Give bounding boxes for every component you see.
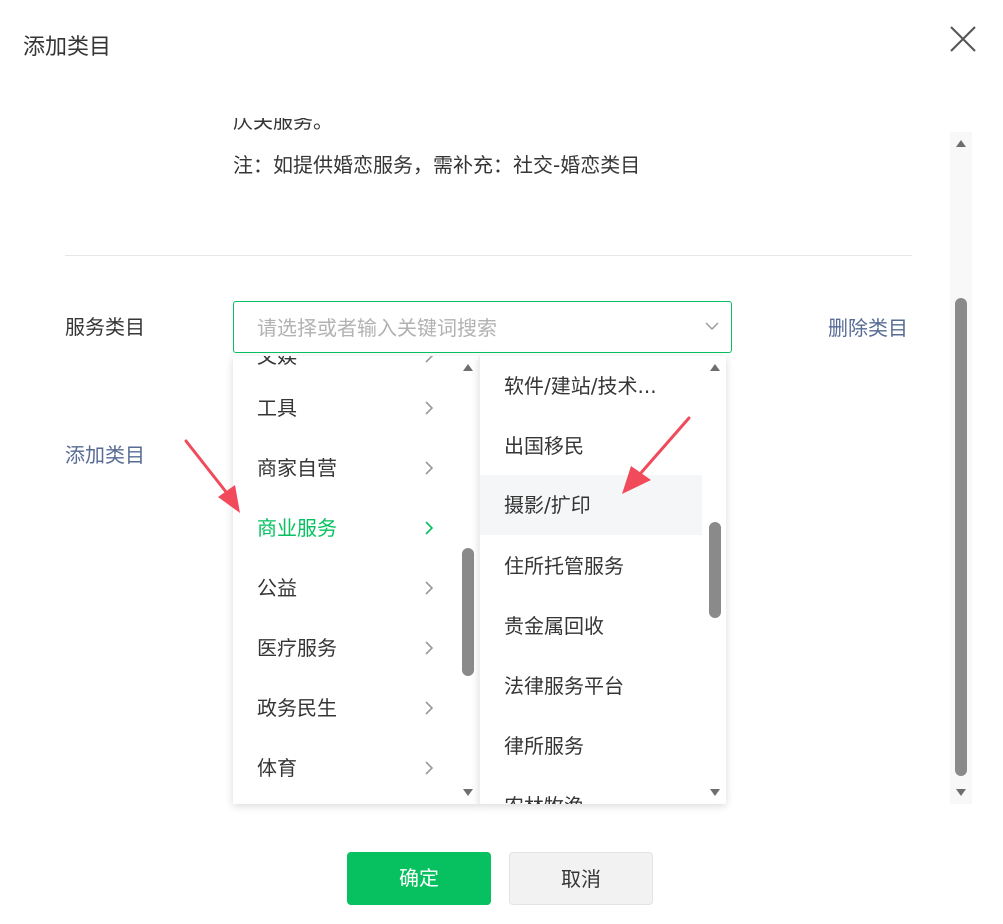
list-item[interactable]: 医疗服务 [233,618,455,678]
scroll-up-arrow-icon[interactable] [956,140,966,147]
annotation-arrow-icon [622,416,691,494]
note-partial-line: 仄关服务。 [233,118,333,133]
cancel-button[interactable]: 取消 [509,852,653,905]
category-select-input[interactable]: 请选择或者输入关键词搜索 [233,301,732,353]
annotation-arrow-icon [184,439,240,513]
chevron-right-icon [425,521,434,535]
list-item[interactable]: 贵金属回收 [480,596,702,656]
list-item[interactable]: 工具 [233,378,455,438]
add-category-link[interactable]: 添加类目 [65,440,145,470]
list-item[interactable]: 公益 [233,558,455,618]
divider [65,255,912,256]
level2-scrollbar-thumb[interactable] [709,522,721,618]
list-item[interactable]: 商家自营 [233,438,455,498]
scroll-up-arrow-icon[interactable] [463,364,473,371]
delete-category-link[interactable]: 删除类目 [828,313,908,343]
list-item[interactable]: 法律服务平台 [480,656,702,716]
scroll-up-arrow-icon[interactable] [710,364,720,371]
list-item[interactable]: 律所服务 [480,716,702,776]
scroll-down-arrow-icon[interactable] [463,789,473,796]
chevron-right-icon [425,461,434,475]
close-icon[interactable] [948,24,978,54]
confirm-button[interactable]: 确定 [347,852,491,905]
chevron-right-icon [425,401,434,415]
chevron-right-icon [425,701,434,715]
chevron-down-icon [705,322,719,331]
dialog-scrollbar-thumb[interactable] [955,298,967,776]
dialog-title: 添加类目 [23,35,112,60]
list-item[interactable]: 住所托管服务 [480,536,702,596]
level1-scrollbar-thumb[interactable] [462,548,474,676]
chevron-right-icon [425,356,434,363]
level2-scrollbar[interactable] [704,356,726,804]
note-text: 注：如提供婚恋服务，需补充：社交-婚恋类目 [233,153,641,177]
chevron-right-icon [425,761,434,775]
scroll-down-arrow-icon[interactable] [956,789,966,796]
service-category-label: 服务类目 [65,315,145,339]
dialog-scrollbar[interactable] [950,132,972,804]
select-placeholder: 请选择或者输入关键词搜索 [257,316,497,340]
list-item[interactable]: 政务民生 [233,678,455,738]
list-item[interactable]: 软件/建站/技术... [480,356,702,416]
list-item[interactable]: 农林牧渔 [480,776,702,804]
scroll-down-arrow-icon[interactable] [710,789,720,796]
list-item[interactable]: 体育 [233,738,455,798]
list-item-active[interactable]: 商业服务 [233,498,455,558]
chevron-right-icon [425,641,434,655]
level1-scrollbar[interactable] [457,356,479,804]
cascader-level1-panel[interactable]: 文娱 工具 商家自营 商业服务 公益 医疗服务 政务民生 体育 [233,356,479,804]
chevron-right-icon [425,581,434,595]
